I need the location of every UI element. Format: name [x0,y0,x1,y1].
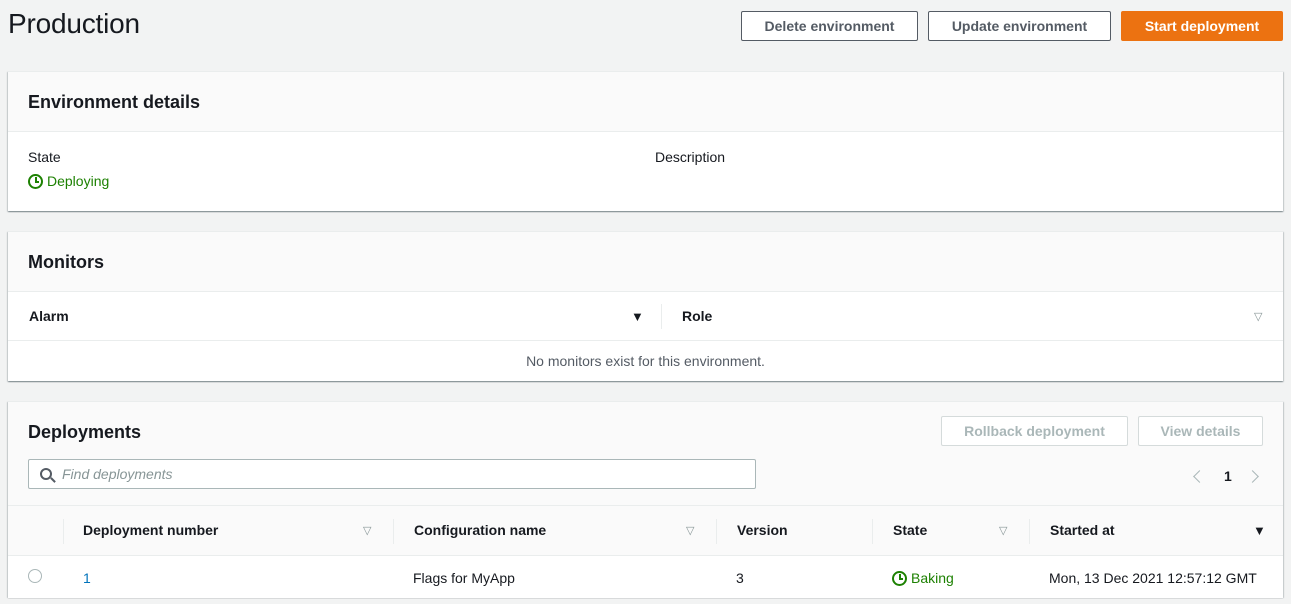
sort-icon[interactable]: ▽ [363,524,371,537]
column-deployment-number[interactable]: Deployment number [83,522,218,538]
sort-icon[interactable]: ▽ [686,524,694,537]
column-divider [661,304,662,329]
search-input[interactable] [62,466,742,482]
view-details-button[interactable]: View details [1138,416,1263,446]
update-environment-button[interactable]: Update environment [928,11,1111,41]
column-role[interactable]: Role [682,308,712,324]
state-label: State [28,149,61,165]
column-divider [872,519,873,544]
monitors-title: Monitors [28,252,104,272]
state-value: Deploying [47,173,110,189]
environment-details-title: Environment details [28,92,201,112]
start-deployment-button[interactable]: Start deployment [1121,11,1283,41]
status-clock-icon [892,570,907,586]
deployments-table-header: Deployment number ▽ Configuration name ▽… [8,506,1283,556]
environment-details-card: Environment details State Deploying Desc… [8,71,1283,211]
find-deployments-search[interactable] [28,459,756,489]
delete-environment-button[interactable]: Delete environment [741,11,918,41]
monitors-empty-state: No monitors exist for this environment. [526,353,765,369]
search-icon [40,468,52,480]
row-state-status: Baking [892,570,954,586]
deployments-header: Deployments Rollback deployment View det… [8,402,1283,556]
configuration-name-cell: Flags for MyApp [413,570,515,586]
deployment-number-link[interactable]: 1 [83,570,91,586]
environment-details-header: Environment details [8,72,1283,132]
column-version[interactable]: Version [737,522,788,538]
page-title: Production [8,8,140,39]
column-configuration-name[interactable]: Configuration name [414,522,546,538]
state-status: Deploying [28,173,109,189]
monitors-table-header: Alarm ▼ Role ▽ [8,292,1283,341]
table-row[interactable]: 1 Flags for MyApp 3 Baking Mon, 13 Dec 2… [8,557,1283,598]
started-at-cell: Mon, 13 Dec 2021 12:57:12 GMT [1049,570,1257,586]
row-select-radio[interactable] [28,569,42,583]
column-state[interactable]: State [893,522,927,538]
monitors-card: Monitors Alarm ▼ Role ▽ No monitors exis… [8,231,1283,381]
page-number[interactable]: 1 [1224,468,1232,484]
column-divider [63,519,64,544]
monitors-header: Monitors [8,232,1283,292]
chevron-right-icon[interactable] [1246,470,1259,483]
description-label: Description [655,149,726,165]
chevron-left-icon[interactable] [1193,470,1206,483]
sort-icon[interactable]: ▽ [999,524,1007,537]
sort-descending-icon[interactable]: ▼ [631,309,644,324]
sort-descending-icon[interactable]: ▼ [1253,523,1266,538]
column-alarm[interactable]: Alarm [29,308,69,324]
deployments-title: Deployments [28,422,142,442]
row-state-value: Baking [911,570,954,586]
column-started-at[interactable]: Started at [1050,522,1115,538]
column-divider [716,519,717,544]
version-cell: 3 [736,570,744,586]
sort-icon[interactable]: ▽ [1254,310,1262,323]
column-divider [393,519,394,544]
deployments-card: Deployments Rollback deployment View det… [8,401,1283,598]
rollback-deployment-button[interactable]: Rollback deployment [941,416,1128,446]
status-clock-icon [28,173,43,189]
column-divider [1029,519,1030,544]
